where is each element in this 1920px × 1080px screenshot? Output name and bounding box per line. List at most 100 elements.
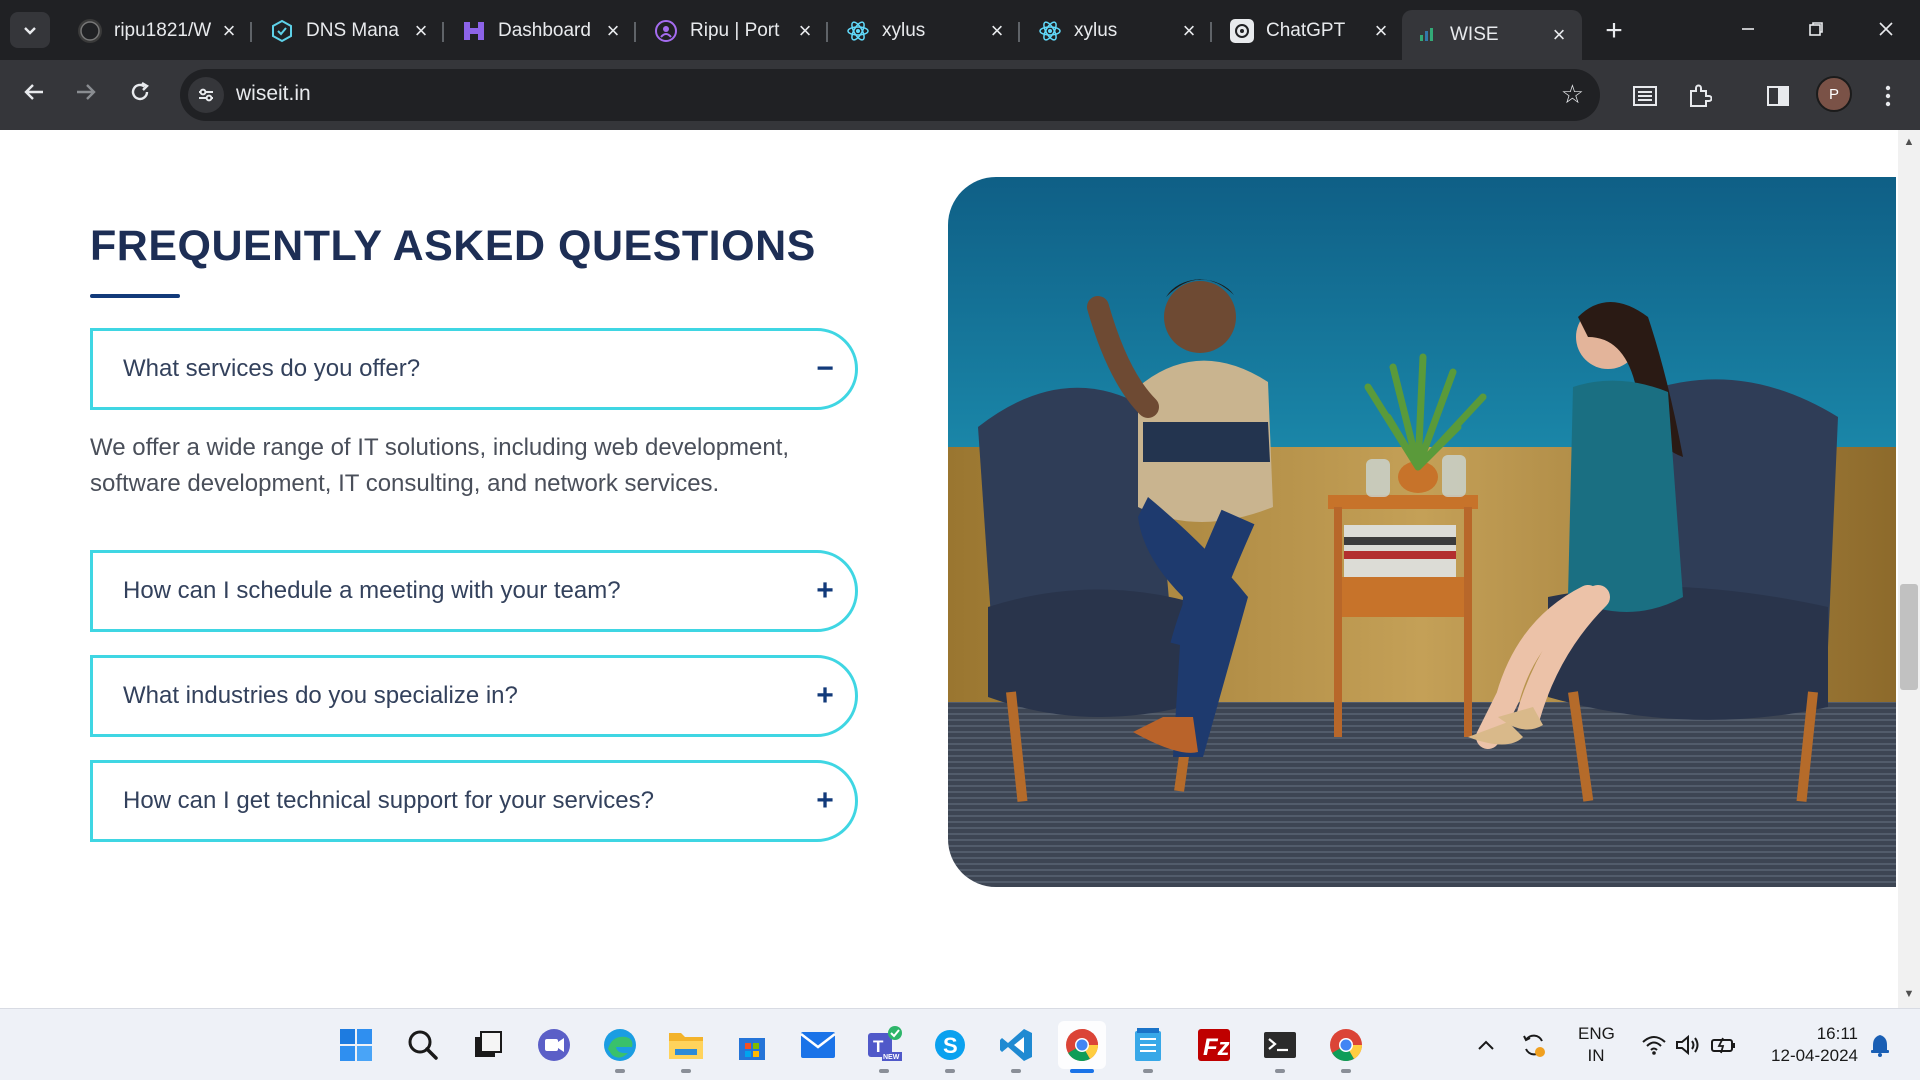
tab-separator: [250, 22, 252, 42]
tab-label: Dashboard: [498, 20, 591, 41]
battery-icon[interactable]: [1706, 1021, 1742, 1069]
meet-icon[interactable]: [530, 1021, 578, 1069]
wifi-icon[interactable]: [1636, 1021, 1672, 1069]
restore-icon: [1809, 22, 1823, 36]
close-icon[interactable]: ×: [1178, 18, 1200, 44]
faq-item-support[interactable]: How can I get technical support for your…: [90, 760, 858, 842]
faq-question: What services do you offer?: [123, 355, 421, 382]
plus-icon[interactable]: +: [795, 784, 855, 818]
mail-icon[interactable]: [794, 1021, 842, 1069]
microsoft-store-icon[interactable]: [728, 1021, 776, 1069]
close-icon[interactable]: ×: [218, 18, 240, 44]
tab-github[interactable]: ripu1821/W ×: [66, 10, 252, 52]
back-button[interactable]: [14, 74, 54, 114]
reload-button[interactable]: [120, 74, 160, 114]
skype-icon[interactable]: S: [926, 1021, 974, 1073]
running-indicator: [1143, 1069, 1153, 1073]
faq-item-industries[interactable]: What industries do you specialize in? +: [90, 655, 858, 737]
tab-dns[interactable]: DNS Mana ×: [258, 10, 444, 52]
new-tab-button[interactable]: +: [1596, 14, 1632, 50]
tab-dashboard[interactable]: Dashboard ×: [450, 10, 636, 52]
extensions-icon[interactable]: [1679, 76, 1719, 116]
url-text[interactable]: wiseit.in: [236, 82, 311, 106]
minimize-button[interactable]: [1720, 8, 1776, 52]
plus-icon[interactable]: +: [795, 574, 855, 608]
sync-icon[interactable]: [1514, 1021, 1554, 1069]
dns-icon: [270, 19, 294, 43]
close-icon[interactable]: ×: [794, 18, 816, 44]
browser-toolbar: wiseit.in ☆ P: [0, 60, 1920, 130]
bookmark-star-icon[interactable]: ☆: [1561, 79, 1584, 110]
restore-button[interactable]: [1788, 8, 1844, 52]
more-menu-icon[interactable]: [1868, 76, 1908, 116]
tab-separator: [634, 22, 636, 42]
filezilla-icon[interactable]: Fz: [1190, 1021, 1238, 1069]
volume-icon[interactable]: [1670, 1021, 1706, 1069]
scroll-down-arrow[interactable]: ▼: [1900, 988, 1918, 1002]
tab-xylus-1[interactable]: xylus ×: [834, 10, 1020, 52]
search-icon[interactable]: [399, 1021, 447, 1069]
running-indicator: [879, 1069, 889, 1073]
portfolio-icon: [654, 19, 678, 43]
tab-portfolio[interactable]: Ripu | Port ×: [642, 10, 828, 52]
close-icon[interactable]: ×: [1548, 22, 1570, 48]
clock-time: 16:11: [1816, 1024, 1858, 1043]
tab-label: WISE: [1450, 24, 1499, 45]
browser-tab-bar: ripu1821/W × DNS Mana × Dashboard × Ripu…: [0, 0, 1920, 60]
region-code: IN: [1587, 1046, 1605, 1065]
faq-item-services[interactable]: What services do you offer? −: [90, 328, 858, 410]
faq-item-schedule[interactable]: How can I schedule a meeting with your t…: [90, 550, 858, 632]
profile-avatar[interactable]: P: [1816, 76, 1852, 112]
reload-icon: [131, 81, 149, 101]
faq-answer: We offer a wide range of IT solutions, i…: [90, 434, 790, 497]
tab-xylus-2[interactable]: xylus ×: [1026, 10, 1212, 52]
windows-taskbar: T NEW S Fz ENG IN 16:11 12-04-2024: [0, 1008, 1920, 1080]
react-icon: [846, 19, 870, 43]
faq-question: How can I schedule a meeting with your t…: [123, 577, 621, 604]
input-language[interactable]: ENG IN: [1578, 1023, 1615, 1067]
notification-bell-icon[interactable]: [1862, 1021, 1898, 1069]
page-scrollbar[interactable]: [1898, 130, 1920, 1008]
svg-text:Fz: Fz: [1203, 1034, 1230, 1061]
minus-icon[interactable]: −: [795, 352, 855, 386]
task-view-icon[interactable]: [464, 1021, 512, 1069]
close-icon: [1879, 22, 1893, 36]
chrome-icon[interactable]: [1058, 1021, 1106, 1073]
scroll-up-arrow[interactable]: ▲: [1900, 136, 1918, 150]
meeting-photo: [948, 177, 1896, 887]
chrome-secondary-icon[interactable]: [1322, 1021, 1370, 1073]
close-icon[interactable]: ×: [602, 18, 624, 44]
plus-icon[interactable]: +: [795, 679, 855, 713]
chatgpt-icon: [1230, 19, 1254, 43]
forward-button[interactable]: [66, 74, 106, 114]
tray-overflow-chevron-icon[interactable]: [1468, 1021, 1504, 1069]
close-icon[interactable]: ×: [410, 18, 432, 44]
tab-label: xylus: [1074, 20, 1118, 41]
window-close-button[interactable]: [1858, 8, 1914, 52]
side-panel-icon[interactable]: [1758, 76, 1798, 116]
edge-icon[interactable]: [596, 1021, 644, 1073]
close-icon[interactable]: ×: [1370, 18, 1392, 44]
vscode-icon[interactable]: [992, 1021, 1040, 1073]
site-settings-icon[interactable]: [188, 77, 224, 113]
windows-start-icon[interactable]: [332, 1021, 380, 1069]
system-clock[interactable]: 16:11 12-04-2024: [1754, 1023, 1858, 1067]
reading-list-icon[interactable]: [1625, 76, 1665, 116]
tab-wise-active[interactable]: WISE ×: [1402, 10, 1582, 60]
notepad-icon[interactable]: [1124, 1021, 1172, 1073]
tab-search-button[interactable]: [10, 12, 50, 48]
github-icon: [78, 19, 102, 43]
clock-date: 12-04-2024: [1771, 1046, 1858, 1065]
scrollbar-thumb[interactable]: [1900, 584, 1918, 690]
close-icon[interactable]: ×: [986, 18, 1008, 44]
tab-chatgpt[interactable]: ChatGPT ×: [1218, 10, 1404, 52]
running-indicator: [1070, 1069, 1094, 1073]
teams-icon[interactable]: T NEW: [860, 1021, 908, 1073]
svg-text:S: S: [943, 1033, 958, 1058]
terminal-icon[interactable]: [1256, 1021, 1304, 1073]
tab-label: DNS Mana: [306, 20, 399, 41]
running-indicator: [1275, 1069, 1285, 1073]
tab-label: ChatGPT: [1266, 20, 1346, 41]
file-explorer-icon[interactable]: [662, 1021, 710, 1073]
address-bar[interactable]: wiseit.in ☆: [180, 69, 1600, 121]
